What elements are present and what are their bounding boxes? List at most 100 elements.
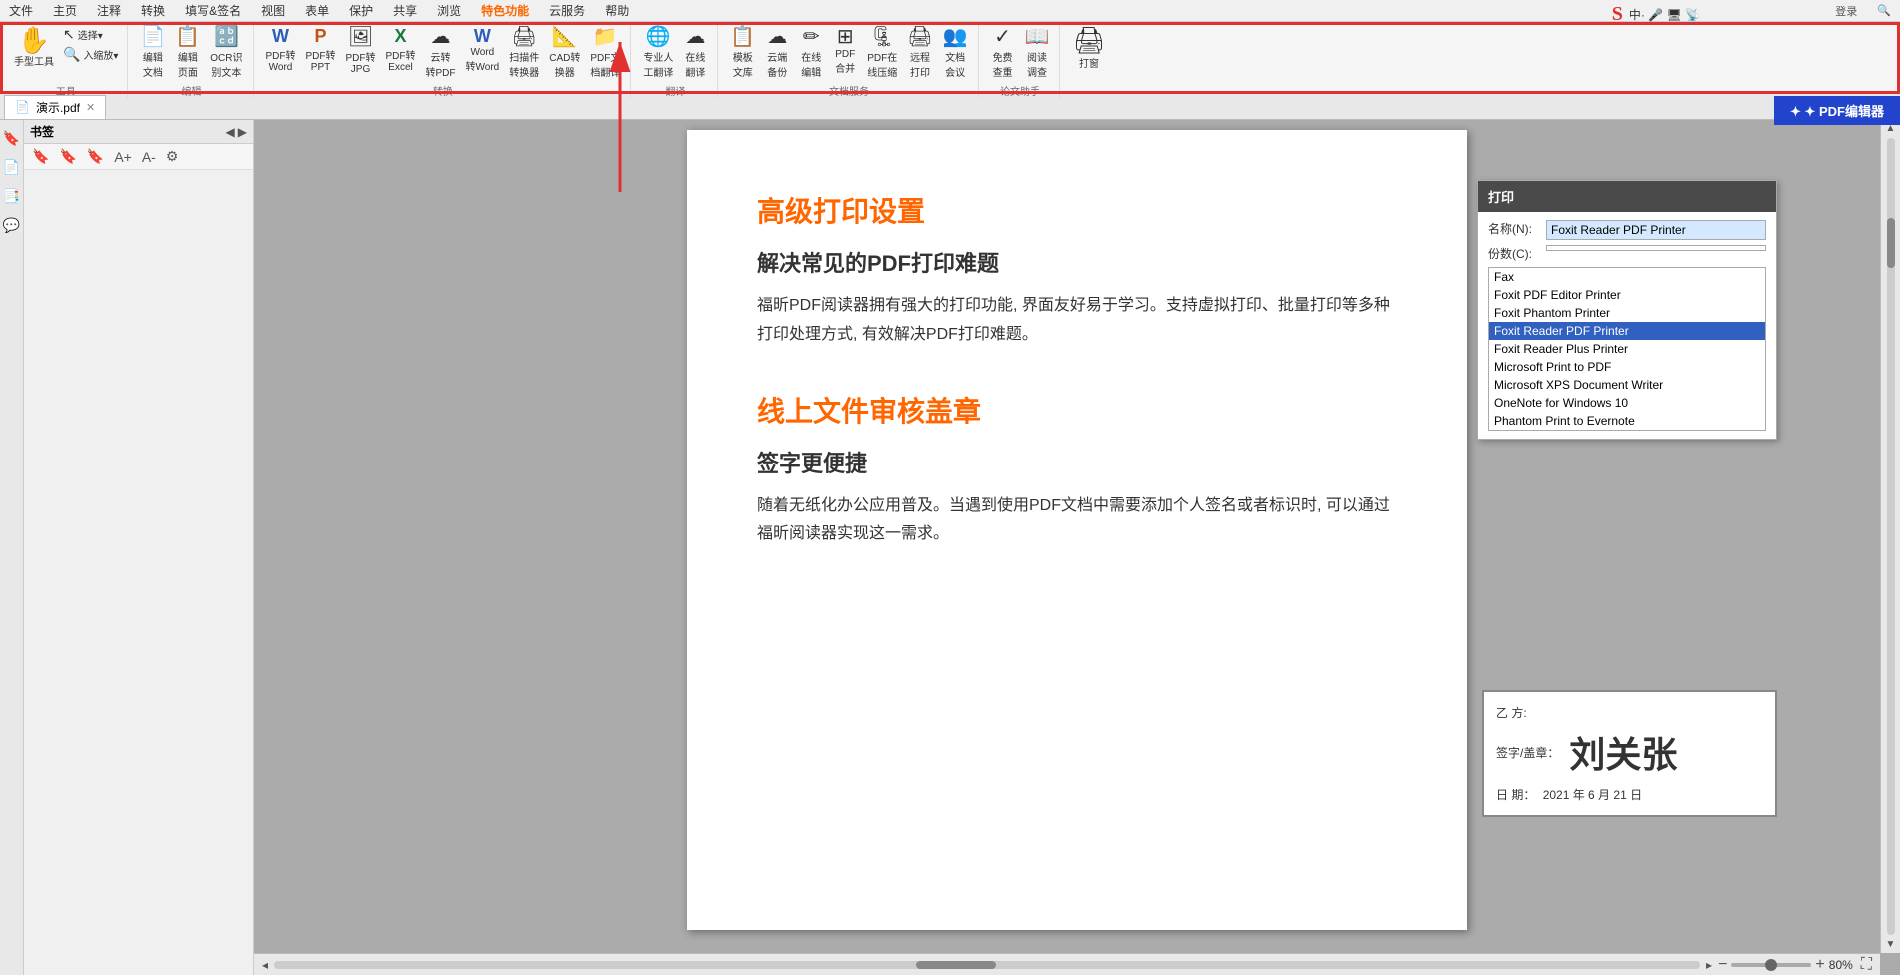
menu-home[interactable]: 主页 (49, 0, 81, 21)
section2: 线上文件审核盖章 签字更便捷 随着无纸化办公应用普及。当遇到使用PDF文档中需要… (757, 390, 1397, 550)
sidebar-expand-button[interactable]: ▶ (238, 125, 247, 139)
section1-heading: 高级打印设置 (757, 190, 1397, 230)
printer-evernote[interactable]: Phantom Print to Evernote (1489, 412, 1765, 430)
zoom-minus-button[interactable]: − (1718, 956, 1727, 974)
section1: 高级打印设置 解决常见的PDF打印难题 福昕PDF阅读器拥有强大的打印功能, 界… (757, 190, 1397, 350)
menu-file[interactable]: 文件 (5, 0, 37, 21)
bottom-bar: ◂ ▸ − + 80% ⛶ (254, 953, 1880, 975)
pro-translate-button[interactable]: 🌐 专业人工翻译 (639, 25, 677, 81)
menu-browse[interactable]: 浏览 (433, 0, 465, 21)
edit-group-label: 编辑 (181, 83, 201, 98)
pdf-compress-icon: 🗜 (870, 27, 895, 47)
layer-strip-icon[interactable]: 📑 (3, 188, 20, 205)
edit-page-label: 编辑页面 (178, 49, 198, 79)
search-area[interactable]: 🔍 (1873, 2, 1895, 19)
printer-onenote[interactable]: OneNote for Windows 10 (1489, 394, 1765, 412)
word-to-pdf-button[interactable]: W Word转Word (462, 25, 504, 75)
hand-icon: ✋ (18, 27, 50, 53)
settings-icon[interactable]: ⚙ (163, 147, 182, 166)
zoom-slider[interactable] (1731, 963, 1811, 967)
cloud-to-pdf-button[interactable]: ☁ 云转转PDF (422, 25, 460, 81)
scroll-left-button[interactable]: ◂ (262, 958, 268, 972)
printer-ms-pdf[interactable]: Microsoft Print to PDF (1489, 358, 1765, 376)
printer-foxit-reader[interactable]: Foxit Reader PDF Printer (1489, 322, 1765, 340)
scroll-right-button[interactable]: ▸ (1706, 958, 1712, 972)
pdf-to-word-button[interactable]: W PDF转Word (262, 25, 300, 75)
print-dialog-title: 打印 (1478, 181, 1776, 212)
online-translate-button[interactable]: ☁ 在线翻译 (679, 25, 711, 81)
printer-foxit-phantom[interactable]: Foxit Phantom Printer (1489, 304, 1765, 322)
remote-print-button[interactable]: 🖨 远程打印 (903, 25, 936, 81)
pdf-compress-label: PDF在线压缩 (867, 49, 897, 79)
print-copies-input[interactable] (1546, 245, 1766, 251)
pdf-editor-label: ✦ PDF编辑器 (1804, 104, 1884, 119)
docservice-buttons: 📋 模板文库 ☁ 云端备份 ✏ 在线编辑 ⊞ PDF合并 (726, 25, 971, 81)
comment-strip-icon[interactable]: 💬 (3, 217, 20, 234)
scroll-track[interactable] (274, 961, 1700, 969)
pdf-editor-star: ✦ (1790, 104, 1805, 119)
bookmark-icon[interactable]: 🔖 (29, 147, 52, 166)
tab-close-button[interactable]: ✕ (86, 101, 95, 114)
printer-fax[interactable]: Fax (1489, 268, 1765, 286)
online-edit-icon: ✏ (803, 27, 820, 47)
menu-special[interactable]: 特色功能 (477, 0, 533, 21)
right-scroll-thumb (1887, 218, 1895, 268)
menu-share[interactable]: 共享 (389, 0, 421, 21)
pdf-to-excel-label: PDF转Excel (386, 47, 416, 73)
doc-tab[interactable]: 📄 演示.pdf ✕ (4, 95, 106, 119)
scan-button[interactable]: 🖨 扫描件转换器 (505, 25, 543, 81)
pdf-to-excel-button[interactable]: X PDF转Excel (382, 25, 420, 75)
pdf-merge-button[interactable]: ⊞ PDF合并 (829, 25, 861, 77)
page-strip-icon[interactable]: 📄 (3, 159, 20, 176)
pdf-to-jpg-button[interactable]: 🖼 PDF转JPG (342, 25, 380, 77)
font-size-down-icon[interactable]: A- (139, 148, 159, 166)
right-scroll-track[interactable] (1887, 138, 1895, 935)
menu-view[interactable]: 视图 (257, 0, 289, 21)
template-button[interactable]: 📋 模板文库 (726, 25, 759, 81)
fullscreen-button[interactable]: ⛶ (1861, 956, 1872, 974)
print-name-input[interactable]: Foxit Reader PDF Printer (1546, 220, 1766, 240)
sig-name-value: 刘关张 (1569, 726, 1677, 778)
menu-form[interactable]: 表单 (301, 0, 333, 21)
font-size-up-icon[interactable]: A+ (111, 148, 135, 166)
zoom-button[interactable]: 🔍 入缩放▾ (60, 45, 121, 64)
bookmark-add-icon[interactable]: 🔖 (56, 147, 79, 166)
printer-ms-xps[interactable]: Microsoft XPS Document Writer (1489, 376, 1765, 394)
menu-protect[interactable]: 保护 (345, 0, 377, 21)
pdf-to-jpg-label: PDF转JPG (346, 49, 376, 75)
online-edit-button[interactable]: ✏ 在线编辑 (795, 25, 827, 81)
bookmark-strip-icon[interactable]: 🔖 (3, 130, 20, 147)
printer-foxit-editor[interactable]: Foxit PDF Editor Printer (1489, 286, 1765, 304)
sidebar-collapse-button[interactable]: ◀ (226, 125, 235, 139)
sig-date-row: 日 期： 2021 年 6 月 21 日 (1496, 786, 1763, 803)
edit-page-button[interactable]: 📋 编辑页面 (171, 25, 204, 81)
scan-icon: 🖨 (512, 27, 537, 47)
print-window-button[interactable]: 🖨 打窗 (1068, 25, 1109, 72)
pdf-compress-button[interactable]: 🗜 PDF在线压缩 (863, 25, 901, 81)
select-tool-button[interactable]: ↖ 选择▾ (60, 25, 121, 44)
printer-foxit-plus[interactable]: Foxit Reader Plus Printer (1489, 340, 1765, 358)
reading-survey-button[interactable]: 📖 阅读调查 (1021, 25, 1054, 81)
doc-meeting-button[interactable]: 👥 文档会议 (939, 25, 972, 81)
translate-icon: 📁 (593, 27, 618, 47)
pdf-to-ppt-button[interactable]: P PDF转PPT (302, 25, 340, 75)
pdf-translate-button[interactable]: 📁 PDF文档翻译 (586, 25, 624, 81)
login-area[interactable]: 登录 (1831, 1, 1861, 21)
zoom-value-label: 80% (1829, 958, 1853, 972)
cloud-backup-button[interactable]: ☁ 云端备份 (761, 25, 793, 81)
top-right-tools: 中· 🎤 🖥 📡 (1629, 6, 1700, 23)
menu-convert[interactable]: 转换 (137, 0, 169, 21)
ocr-button[interactable]: 🔡 OCR识别文本 (206, 25, 246, 81)
menu-cloud[interactable]: 云服务 (545, 0, 589, 21)
right-scroll-down-button[interactable]: ▼ (1886, 939, 1896, 950)
edit-doc-button[interactable]: 📄 编辑文档 (136, 25, 169, 81)
cad-button[interactable]: 📐 CAD转换器 (545, 25, 584, 81)
bookmark-back-icon[interactable]: 🔖 (84, 147, 107, 166)
scan-label: 扫描件转换器 (509, 49, 539, 79)
menu-sign[interactable]: 填写&签名 (181, 0, 245, 21)
zoom-plus-button[interactable]: + (1815, 956, 1824, 974)
hand-tool-button[interactable]: ✋ 手型工具 (10, 25, 58, 70)
menu-help[interactable]: 帮助 (601, 0, 633, 21)
free-check-button[interactable]: ✓ 免费查重 (987, 25, 1019, 81)
menu-comment[interactable]: 注释 (93, 0, 125, 21)
